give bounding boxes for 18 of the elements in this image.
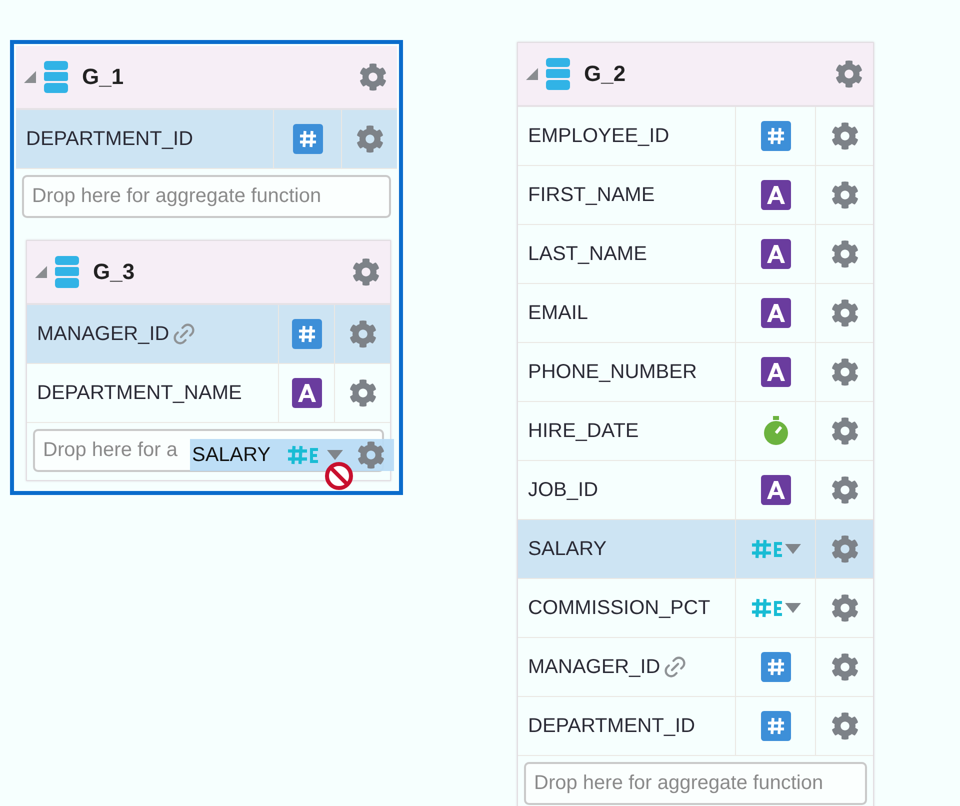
column-name: MANAGER_ID [37, 322, 170, 346]
column-name: LAST_NAME [528, 242, 647, 266]
column-name: MANAGER_ID [528, 656, 660, 678]
column-name: PHONE_NUMBER [528, 360, 697, 384]
column-name: FIRST_NAME [528, 184, 655, 206]
group-title: G_3 [93, 259, 136, 285]
column-name: SALARY [528, 538, 607, 560]
column-name: DEPARTMENT_NAME [37, 382, 242, 404]
column-name: EMPLOYEE_ID [528, 124, 670, 148]
column-name: DEPARTMENT_ID [528, 714, 696, 738]
column-name: DEPARTMENT_ID [26, 128, 194, 150]
group-title: G_1 [82, 64, 125, 90]
column-name: EMAIL [528, 302, 588, 324]
column-name: JOB_ID [528, 478, 598, 502]
dragged-column-name: SALARY [192, 444, 271, 466]
column-name: HIRE_DATE [528, 420, 639, 442]
group-title: G_2 [584, 61, 627, 87]
column-name: COMMISSION_PCT [528, 596, 710, 620]
